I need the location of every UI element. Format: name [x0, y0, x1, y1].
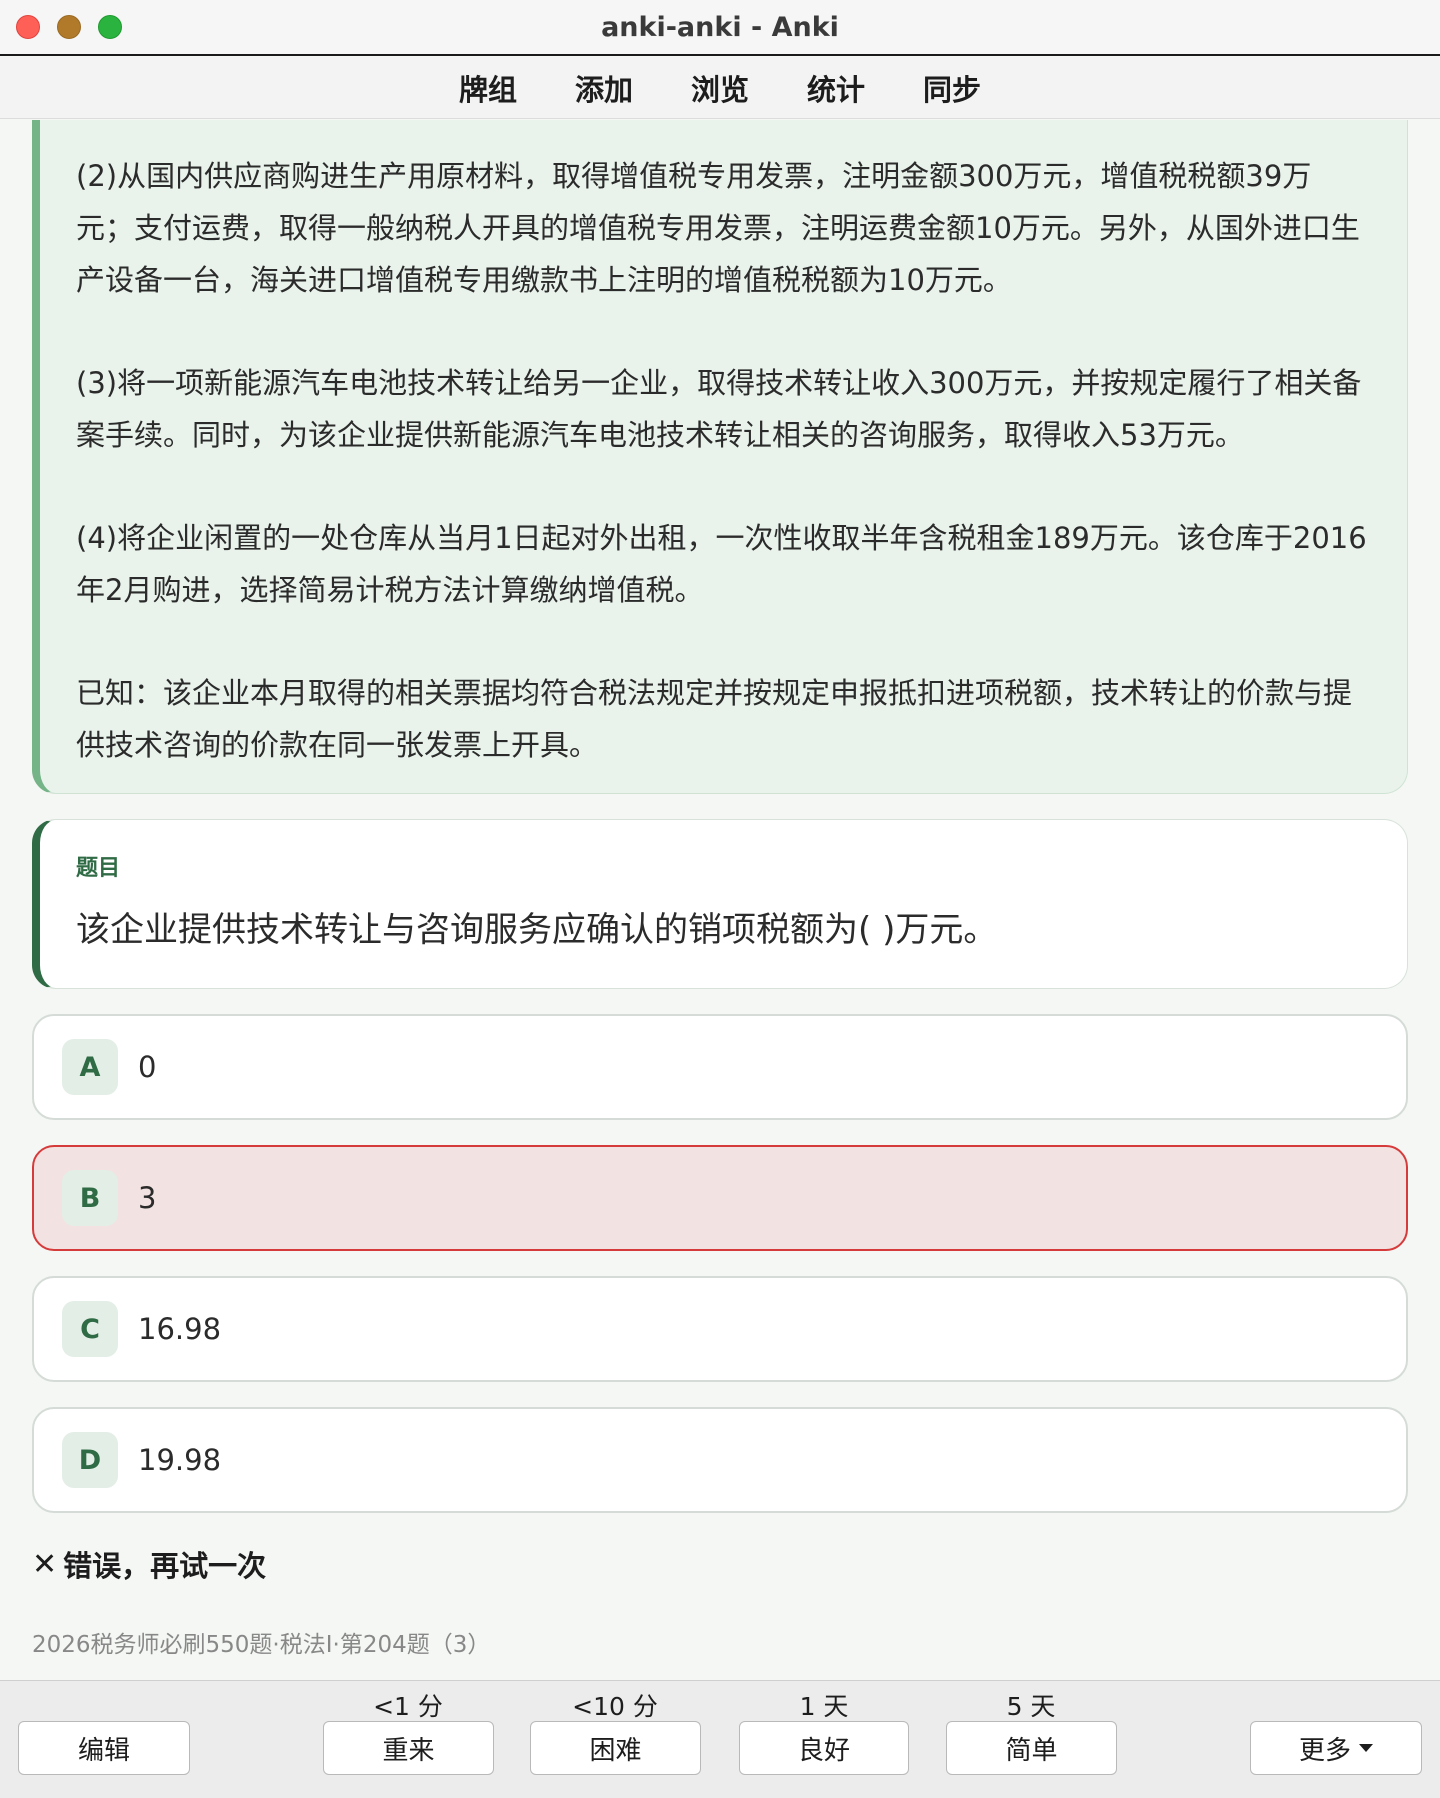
option-c[interactable]: C 16.98 [32, 1276, 1408, 1382]
top-nav: 牌组 添加 浏览 统计 同步 [0, 57, 1440, 119]
wrong-x-icon: ✕ [32, 1546, 58, 1582]
minimize-window-button[interactable] [57, 15, 81, 39]
review-bottom-bar: 编辑 <1 分 重来 <10 分 困难 1 天 良好 5 天 简单 更多 [0, 1680, 1440, 1798]
close-window-button[interactable] [16, 15, 40, 39]
window-title: anki-anki - Anki [601, 11, 839, 43]
edit-button-label: 编辑 [77, 1735, 130, 1766]
good-button-label: 良好 [797, 1735, 850, 1766]
hard-button[interactable]: 困难 [530, 1721, 701, 1775]
passage-item-3: (3)将一项新能源汽车电池技术转让给另一企业，取得技术转让收入300万元，并按规… [76, 366, 1362, 452]
option-letter-badge: D [62, 1432, 118, 1488]
answer-feedback: ✕ 错误，再试一次 [32, 1543, 1408, 1585]
easy-due-time: 5 天 [1006, 1692, 1056, 1721]
more-button[interactable]: 更多 [1250, 1721, 1422, 1775]
question-passage: (2)从国内供应商购进生产用原材料，取得增值税专用发票，注明金额300万元，增值… [32, 120, 1408, 794]
window-titlebar: anki-anki - Anki [0, 0, 1440, 56]
option-d[interactable]: D 19.98 [32, 1407, 1408, 1513]
nav-decks[interactable]: 牌组 [459, 67, 517, 109]
good-due-time: 1 天 [799, 1692, 849, 1721]
passage-item-4: (4)将企业闲置的一处仓库从当月1日起对外出租，一次性收取半年含税租金189万元… [76, 521, 1367, 607]
nav-stats[interactable]: 统计 [807, 67, 865, 109]
question-label: 题目 [76, 856, 121, 881]
question-source: 2026税务师必刷550题·税法I·第204题（3） [32, 1632, 491, 1658]
chevron-down-icon [1359, 1744, 1373, 1752]
feedback-text: 错误，再试一次 [63, 1549, 267, 1583]
more-button-label: 更多 [1298, 1735, 1351, 1766]
passage-item-2: (2)从国内供应商购进生产用原材料，取得增值税专用发票，注明金额300万元，增值… [76, 159, 1360, 297]
option-text: 0 [138, 1050, 157, 1084]
option-letter-badge: C [62, 1301, 118, 1357]
nav-browse[interactable]: 浏览 [691, 67, 749, 109]
again-due-time: <1 分 [373, 1692, 443, 1721]
option-a[interactable]: A 0 [32, 1014, 1408, 1120]
traffic-lights [16, 15, 122, 39]
easy-button-label: 简单 [1005, 1735, 1058, 1766]
nav-sync[interactable]: 同步 [923, 67, 981, 109]
easy-button[interactable]: 简单 [946, 1721, 1117, 1775]
option-text: 3 [138, 1181, 157, 1215]
question-card: 题目 该企业提供技术转让与咨询服务应确认的销项税额为( )万元。 [32, 819, 1408, 989]
option-b[interactable]: B 3 [32, 1145, 1408, 1251]
option-text: 19.98 [138, 1443, 222, 1477]
option-text: 16.98 [138, 1312, 222, 1346]
option-letter-badge: A [62, 1039, 118, 1095]
again-button-label: 重来 [382, 1735, 435, 1766]
hard-due-time: <10 分 [572, 1692, 658, 1721]
card-content: (2)从国内供应商购进生产用原材料，取得增值税专用发票，注明金额300万元，增值… [32, 120, 1408, 1659]
good-button[interactable]: 良好 [739, 1721, 909, 1775]
passage-known: 已知：该企业本月取得的相关票据均符合税法规定并按规定申报抵扣进项税额，技术转让的… [76, 676, 1353, 762]
hard-button-label: 困难 [589, 1735, 642, 1766]
maximize-window-button[interactable] [98, 15, 122, 39]
option-letter-badge: B [62, 1170, 118, 1226]
again-button[interactable]: 重来 [323, 1721, 494, 1775]
nav-add[interactable]: 添加 [575, 67, 633, 109]
question-text: 该企业提供技术转让与咨询服务应确认的销项税额为( )万元。 [76, 910, 998, 950]
edit-button[interactable]: 编辑 [18, 1721, 190, 1775]
